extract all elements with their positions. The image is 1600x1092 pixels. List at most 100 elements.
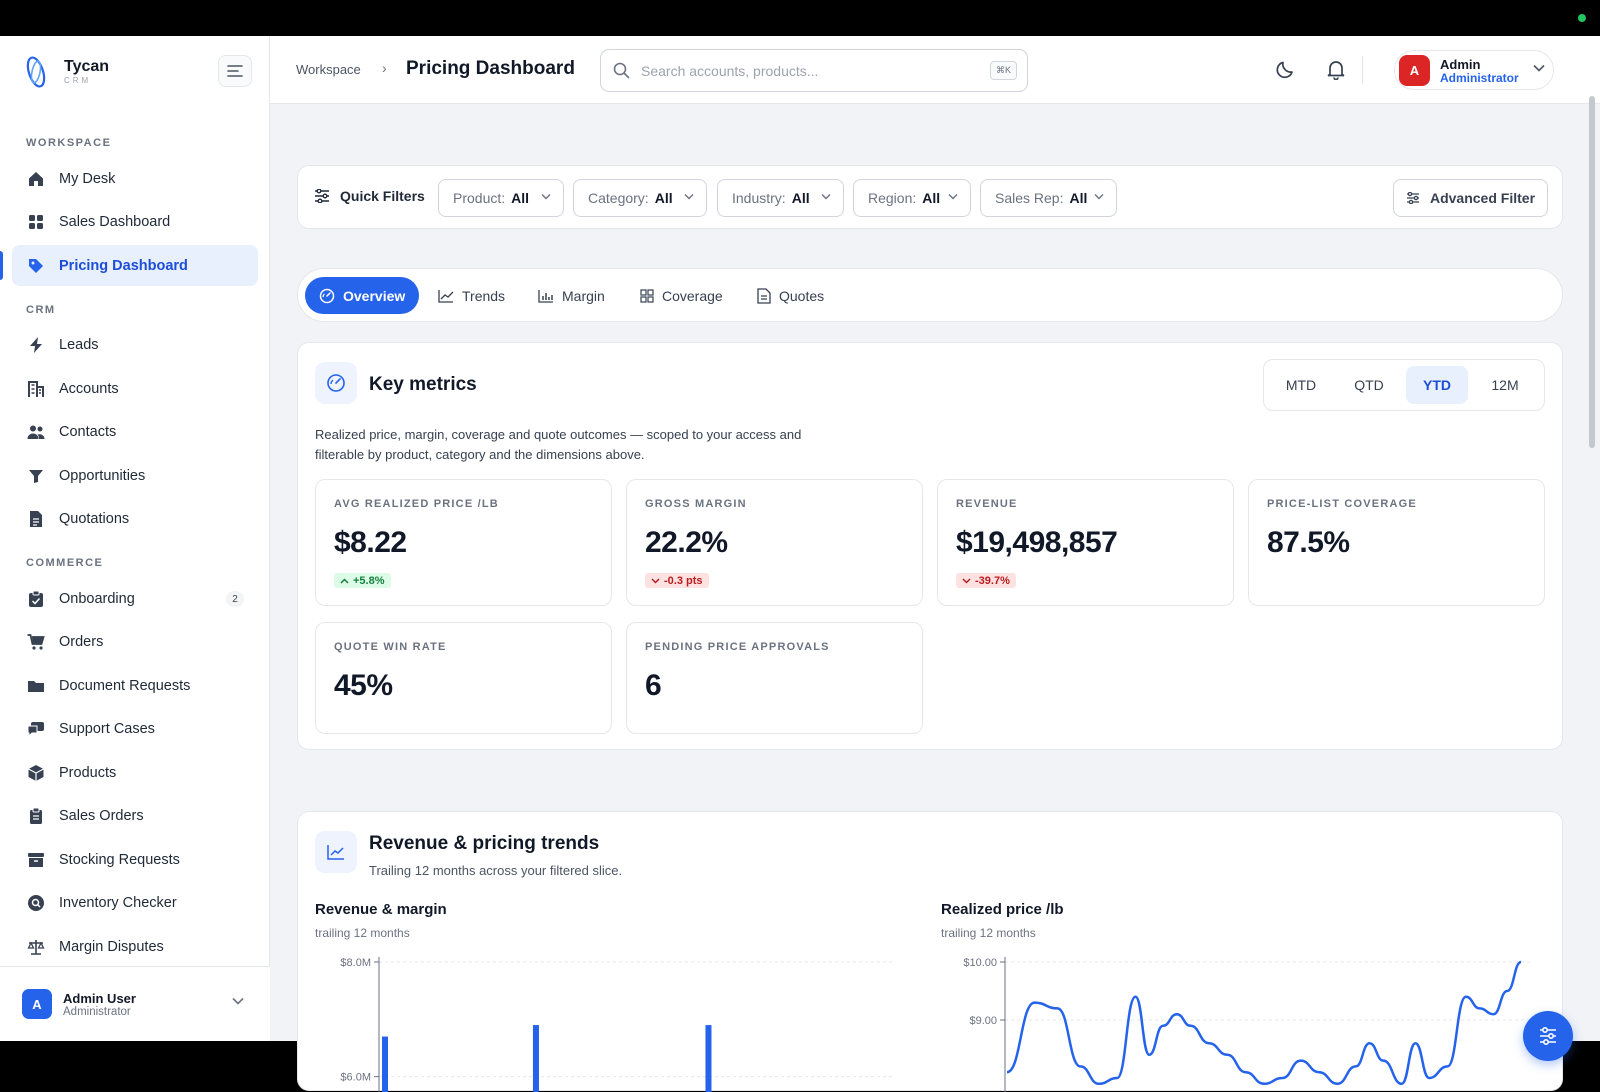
kpi-delta-text: -0.3 pts [664, 574, 703, 587]
revenue-pricing-trends-card: Revenue & pricing trends Trailing 12 mon… [297, 811, 1563, 1092]
sidebar-item-opportunities[interactable]: Opportunities [12, 455, 258, 496]
sidebar-item-accounts[interactable]: Accounts [12, 368, 258, 409]
quick-filters-label: Quick Filters [314, 188, 425, 204]
sidebar-item-document-requests[interactable]: Document Requests [12, 665, 258, 706]
sidebar-toggle-button[interactable] [218, 55, 252, 87]
sidebar-item-orders[interactable]: Orders [12, 622, 258, 663]
kpi-value: 87.5% [1267, 526, 1350, 559]
revenue-margin-chart: $8.0M $6.0M [340, 957, 895, 1092]
kpi-value: 6 [645, 669, 662, 702]
user-name: Admin [1440, 57, 1481, 72]
sidebar-item-products[interactable]: Products [12, 752, 258, 793]
sidebar-item-label: Contacts [59, 424, 117, 440]
sidebar-item-my-desk[interactable]: My Desk [12, 158, 258, 199]
chevron-down-icon [948, 194, 958, 200]
period-qtd-button[interactable]: QTD [1338, 366, 1400, 404]
tab-coverage[interactable]: Coverage [626, 277, 737, 314]
tab-margin[interactable]: Margin [524, 277, 619, 314]
filter-region[interactable]: Region: All [853, 179, 971, 217]
brand-name: Tycan [64, 58, 110, 75]
filter-value: All [922, 190, 941, 206]
sidebar-user-menu[interactable]: A Admin User Administrator [0, 966, 270, 1041]
line-chart-icon [438, 289, 454, 303]
sidebar-item-support-cases[interactable]: Support Cases [12, 709, 258, 750]
page-scrollbar[interactable] [1589, 96, 1595, 448]
bar [532, 1025, 539, 1092]
chevron-down-icon [232, 997, 244, 1005]
dashboard-tabs: Overview Trends Margin Coverage Quotes [297, 268, 1563, 322]
chart-title-revenue-margin: Revenue & margin [315, 901, 447, 918]
avatar: A [1399, 55, 1430, 86]
sidebar-item-contacts[interactable]: Contacts [12, 412, 258, 453]
advanced-filter-button[interactable]: Advanced Filter [1393, 179, 1548, 217]
filter-industry[interactable]: Industry: All [717, 179, 844, 217]
tab-overview[interactable]: Overview [305, 277, 420, 314]
sidebar-item-pricing-dashboard[interactable]: Pricing Dashboard [0, 245, 258, 286]
chevron-down-icon [684, 194, 694, 200]
search-circle-icon [26, 893, 46, 913]
filter-product[interactable]: Product: All [438, 179, 564, 217]
filter-category[interactable]: Category: All [573, 179, 707, 217]
sidebar-item-label: Leads [59, 337, 99, 353]
bell-icon[interactable] [1325, 58, 1347, 80]
kpi-value: $8.22 [334, 526, 407, 559]
system-top-bar [0, 0, 1600, 36]
sidebar-item-onboarding[interactable]: Onboarding 2 [12, 578, 258, 619]
kpi-value: $19,498,857 [956, 526, 1118, 559]
realized-price-chart: $10.00 $9.00 [963, 957, 1531, 1092]
period-mtd-button[interactable]: MTD [1270, 366, 1332, 404]
kpi-card-quote-win-rate: QUOTE WIN RATE 45% [315, 622, 612, 734]
brand-logo[interactable]: Tycan CRM [22, 54, 109, 90]
kpi-delta-badge: -39.7% [956, 573, 1016, 588]
menu-icon [227, 65, 243, 77]
search-input[interactable] [641, 60, 971, 82]
sidebar-item-label: Quotations [59, 511, 130, 527]
chevron-down-icon [651, 577, 660, 584]
sidebar-item-inventory-checker[interactable]: Inventory Checker [12, 883, 258, 924]
search-box[interactable]: ⌘K [600, 49, 1028, 92]
kpi-delta-badge: +5.8% [334, 573, 391, 588]
sidebar-item-label: Stocking Requests [59, 851, 180, 868]
sidebar-item-margin-disputes[interactable]: Margin Disputes [12, 926, 258, 967]
breadcrumb[interactable]: Workspace [296, 62, 361, 77]
floating-filter-button[interactable] [1523, 1011, 1573, 1061]
grid-icon [26, 212, 46, 232]
sidebar-item-quotations[interactable]: Quotations [12, 499, 258, 540]
cart-icon [26, 632, 46, 652]
moon-icon[interactable] [1275, 58, 1297, 80]
sliders-icon [1406, 192, 1419, 204]
sidebar-item-leads[interactable]: Leads [12, 325, 258, 366]
sidebar-item-label: Accounts [59, 380, 119, 397]
brand-subtitle: CRM [64, 76, 92, 85]
period-ytd-button[interactable]: YTD [1406, 366, 1468, 404]
period-12m-button[interactable]: 12M [1474, 366, 1536, 404]
document-icon [26, 509, 46, 529]
search-icon [613, 62, 630, 79]
chart-subtitle-revenue-margin: trailing 12 months [315, 926, 410, 940]
sidebar-item-sales-orders[interactable]: Sales Orders [12, 796, 258, 837]
section-title: Revenue & pricing trends [369, 833, 600, 854]
filter-label: Category: [588, 190, 649, 206]
user-menu-button[interactable]: A Admin Administrator [1394, 50, 1554, 90]
filter-label: Sales Rep: [995, 190, 1064, 206]
kpi-delta-text: +5.8% [353, 574, 385, 587]
chart-subtitle-realized-price: trailing 12 months [941, 926, 1036, 940]
header-divider [1362, 56, 1363, 84]
chevron-right-icon: › [382, 60, 387, 76]
tab-trends[interactable]: Trends [424, 277, 519, 314]
sidebar-item-label: My Desk [59, 170, 116, 187]
filter-value: All [1069, 190, 1088, 206]
kpi-card-avg-realized-price: AVG REALIZED PRICE /LB $8.22 +5.8% [315, 479, 612, 606]
sidebar-item-sales-dashboard[interactable]: Sales Dashboard [12, 202, 258, 243]
sidebar-item-label: Orders [59, 634, 104, 650]
building-icon [26, 379, 46, 399]
gauge-icon [315, 362, 357, 404]
filter-sales-rep[interactable]: Sales Rep: All [980, 179, 1117, 217]
sidebar-item-stocking-requests[interactable]: Stocking Requests [12, 839, 258, 880]
line-chart-icon [315, 831, 357, 873]
tab-quotes[interactable]: Quotes [743, 277, 838, 314]
app: Tycan CRM WORKSPACE My Desk Sales Dashbo… [0, 36, 1600, 1092]
nav-section-workspace: WORKSPACE [26, 137, 112, 149]
sidebar: Tycan CRM WORKSPACE My Desk Sales Dashbo… [0, 36, 270, 1041]
sidebar-item-label: Sales Orders [59, 808, 144, 824]
